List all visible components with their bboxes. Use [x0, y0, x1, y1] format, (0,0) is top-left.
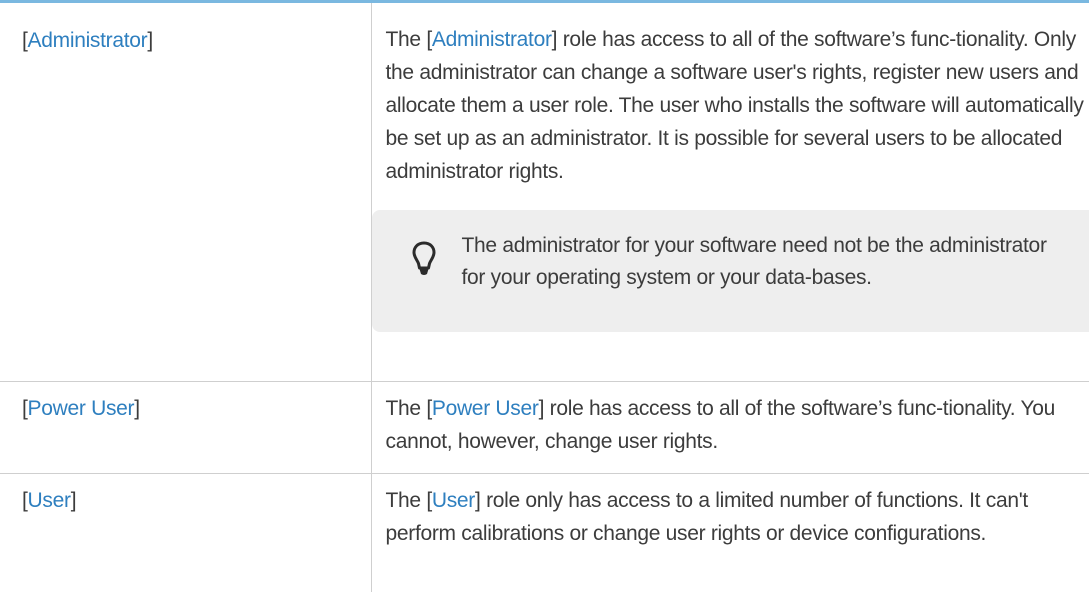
user-roles-table: [Administrator] The [Administrator] role…	[0, 3, 1089, 592]
role-description-cell: The [Administrator] role has access to a…	[371, 3, 1089, 382]
close-bracket: ]	[134, 396, 140, 420]
table-row-administrator: [Administrator] The [Administrator] role…	[0, 3, 1089, 382]
role-description-user: The [User] role only has access to a lim…	[386, 484, 1086, 550]
description-role-name: User	[431, 488, 475, 512]
role-description-cell: The [User] role only has access to a lim…	[371, 473, 1089, 592]
description-prefix: The [	[385, 28, 433, 51]
role-description-cell: The [Power User] role has access to all …	[371, 381, 1089, 474]
role-name-cell: [User]	[0, 473, 372, 592]
tip-note-box: The administrator for your software need…	[371, 210, 1089, 332]
role-name-cell: [Administrator]	[0, 3, 372, 382]
description-text: ] role only has access to a limited numb…	[385, 488, 1029, 545]
description-prefix: The [	[385, 396, 433, 420]
close-bracket: ]	[147, 29, 153, 52]
role-description-administrator: The [Administrator] role has access to a…	[386, 23, 1086, 188]
lightbulb-icon	[412, 241, 436, 277]
description-prefix: The [	[385, 488, 433, 512]
description-role-name: Power User	[431, 396, 539, 420]
description-role-name: Administrator	[431, 28, 552, 51]
role-name-administrator: Administrator	[27, 29, 148, 52]
table-row-user: [User] The [User] role only has access t…	[0, 473, 1089, 592]
tip-text: The administrator for your software need…	[461, 234, 1047, 289]
close-bracket: ]	[70, 488, 77, 512]
role-name-cell: [Power User]	[0, 381, 372, 474]
table-row-power-user: [Power User] The [Power User] role has a…	[0, 381, 1089, 474]
role-description-power-user: The [Power User] role has access to all …	[386, 392, 1086, 458]
role-name-user: User	[27, 488, 71, 512]
role-name-power-user: Power User	[27, 396, 135, 420]
description-text: ] role has access to all of the software…	[385, 28, 1084, 183]
